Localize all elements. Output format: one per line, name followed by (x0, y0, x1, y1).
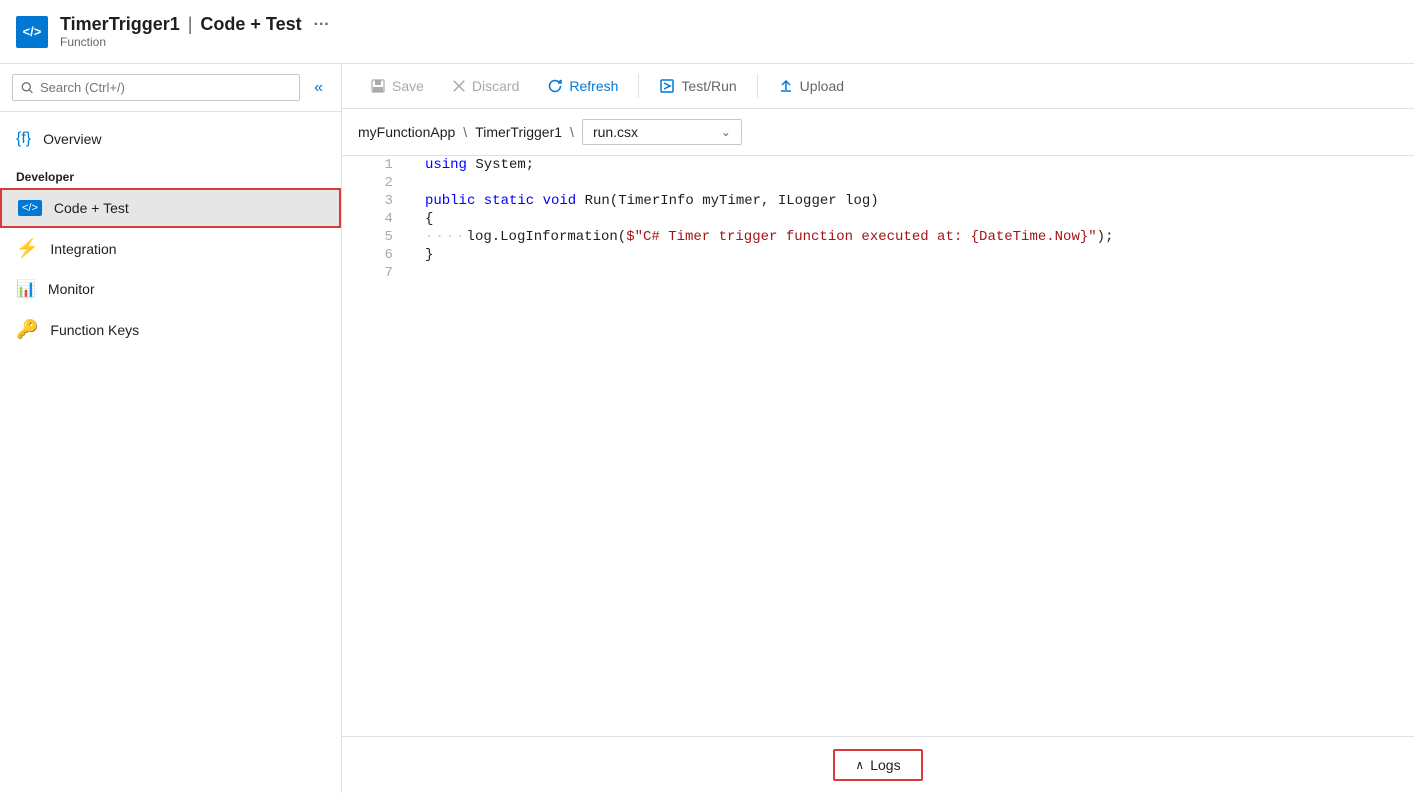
sidebar-item-overview[interactable]: {f} Overview (0, 120, 341, 158)
code-line-4: 4 { (342, 210, 1414, 228)
search-input[interactable] (40, 80, 291, 95)
page-header: </> TimerTrigger1 | Code + Test ··· Func… (0, 0, 1414, 64)
monitor-icon: 📊 (16, 279, 36, 299)
test-run-label: Test/Run (681, 78, 736, 94)
logs-chevron-icon: ∧ (855, 758, 864, 772)
content-area: Save Discard Refresh (342, 64, 1414, 793)
sidebar-label-overview: Overview (43, 131, 101, 147)
sidebar: « {f} Overview Developer </> Code + Test… (0, 64, 342, 793)
save-label: Save (392, 78, 424, 94)
file-selector[interactable]: run.csx ⌄ (582, 119, 742, 145)
sidebar-label-code-test: Code + Test (54, 200, 129, 216)
logs-label: Logs (870, 757, 900, 773)
code-line-5: 5 ····log.LogInformation($"C# Timer trig… (342, 228, 1414, 246)
discard-button[interactable]: Discard (440, 72, 531, 100)
toolbar: Save Discard Refresh (342, 64, 1414, 109)
toolbar-separator-2 (757, 74, 758, 98)
line-number-1: 1 (342, 156, 409, 174)
line-number-3: 3 (342, 192, 409, 210)
test-run-icon (659, 78, 675, 94)
header-title-block: TimerTrigger1 | Code + Test ··· Function (60, 14, 330, 49)
overview-icon: {f} (16, 130, 31, 148)
sidebar-item-function-keys[interactable]: 🔑 Function Keys (0, 309, 341, 350)
discard-label: Discard (472, 78, 519, 94)
function-name-label: TimerTrigger1 (60, 14, 180, 35)
code-line-1: 1 using System; (342, 156, 1414, 174)
line-code-5: ····log.LogInformation($"C# Timer trigge… (409, 228, 1414, 246)
app-logo-icon: </> (16, 16, 48, 48)
code-line-2: 2 (342, 174, 1414, 192)
refresh-button[interactable]: Refresh (535, 72, 630, 100)
sidebar-item-integration[interactable]: ⚡ Integration (0, 228, 341, 269)
test-run-button[interactable]: Test/Run (647, 72, 748, 100)
integration-icon: ⚡ (16, 238, 38, 259)
line-code-6: } (409, 246, 1414, 264)
collapse-sidebar-button[interactable]: « (308, 77, 329, 99)
search-box[interactable] (12, 74, 300, 101)
upload-label: Upload (800, 78, 844, 94)
line-number-6: 6 (342, 246, 409, 264)
line-number-4: 4 (342, 210, 409, 228)
code-line-3: 3 public static void Run(TimerInfo myTim… (342, 192, 1414, 210)
line-code-7 (409, 264, 1414, 282)
sidebar-label-monitor: Monitor (48, 281, 95, 297)
toolbar-separator (638, 74, 639, 98)
code-line-6: 6 } (342, 246, 1414, 264)
file-selector-label: run.csx (593, 124, 715, 140)
chevron-down-icon: ⌄ (721, 125, 731, 139)
sidebar-label-function-keys: Function Keys (50, 322, 139, 338)
sidebar-section-developer: Developer (0, 158, 341, 188)
refresh-icon (547, 78, 563, 94)
line-number-2: 2 (342, 174, 409, 192)
breadcrumb-sep-2: \ (570, 124, 574, 140)
line-number-5: 5 (342, 228, 409, 246)
code-icon: </> (18, 200, 42, 216)
upload-button[interactable]: Upload (766, 72, 856, 100)
sidebar-item-code-test[interactable]: </> Code + Test (0, 188, 341, 228)
search-icon (21, 81, 34, 95)
keys-icon: 🔑 (16, 319, 38, 340)
page-subtitle: Code + Test (200, 14, 301, 35)
sidebar-item-monitor[interactable]: 📊 Monitor (0, 269, 341, 309)
refresh-label: Refresh (569, 78, 618, 94)
bottom-bar: ∧ Logs (342, 736, 1414, 793)
header-title-main: TimerTrigger1 | Code + Test ··· (60, 14, 330, 35)
code-table: 1 using System; 2 3 public static void R… (342, 156, 1414, 282)
sidebar-search-row: « (0, 64, 341, 112)
code-editor[interactable]: 1 using System; 2 3 public static void R… (342, 156, 1414, 736)
line-code-1: using System; (409, 156, 1414, 174)
discard-icon (452, 79, 466, 93)
function-type-label: Function (60, 35, 330, 49)
save-button[interactable]: Save (358, 72, 436, 100)
line-number-7: 7 (342, 264, 409, 282)
save-icon (370, 78, 386, 94)
breadcrumb-sep-1: \ (463, 124, 467, 140)
line-code-2 (409, 174, 1414, 192)
breadcrumb: myFunctionApp \ TimerTrigger1 \ run.csx … (342, 109, 1414, 156)
code-line-7: 7 (342, 264, 1414, 282)
main-layout: « {f} Overview Developer </> Code + Test… (0, 64, 1414, 793)
breadcrumb-function: TimerTrigger1 (475, 124, 562, 140)
breadcrumb-app: myFunctionApp (358, 124, 455, 140)
title-separator: | (188, 14, 193, 35)
header-ellipsis: ··· (314, 16, 330, 34)
line-code-4: { (409, 210, 1414, 228)
line-code-3: public static void Run(TimerInfo myTimer… (409, 192, 1414, 210)
upload-icon (778, 78, 794, 94)
sidebar-nav: {f} Overview Developer </> Code + Test ⚡… (0, 112, 341, 358)
logs-button[interactable]: ∧ Logs (833, 749, 922, 781)
sidebar-label-integration: Integration (50, 241, 116, 257)
